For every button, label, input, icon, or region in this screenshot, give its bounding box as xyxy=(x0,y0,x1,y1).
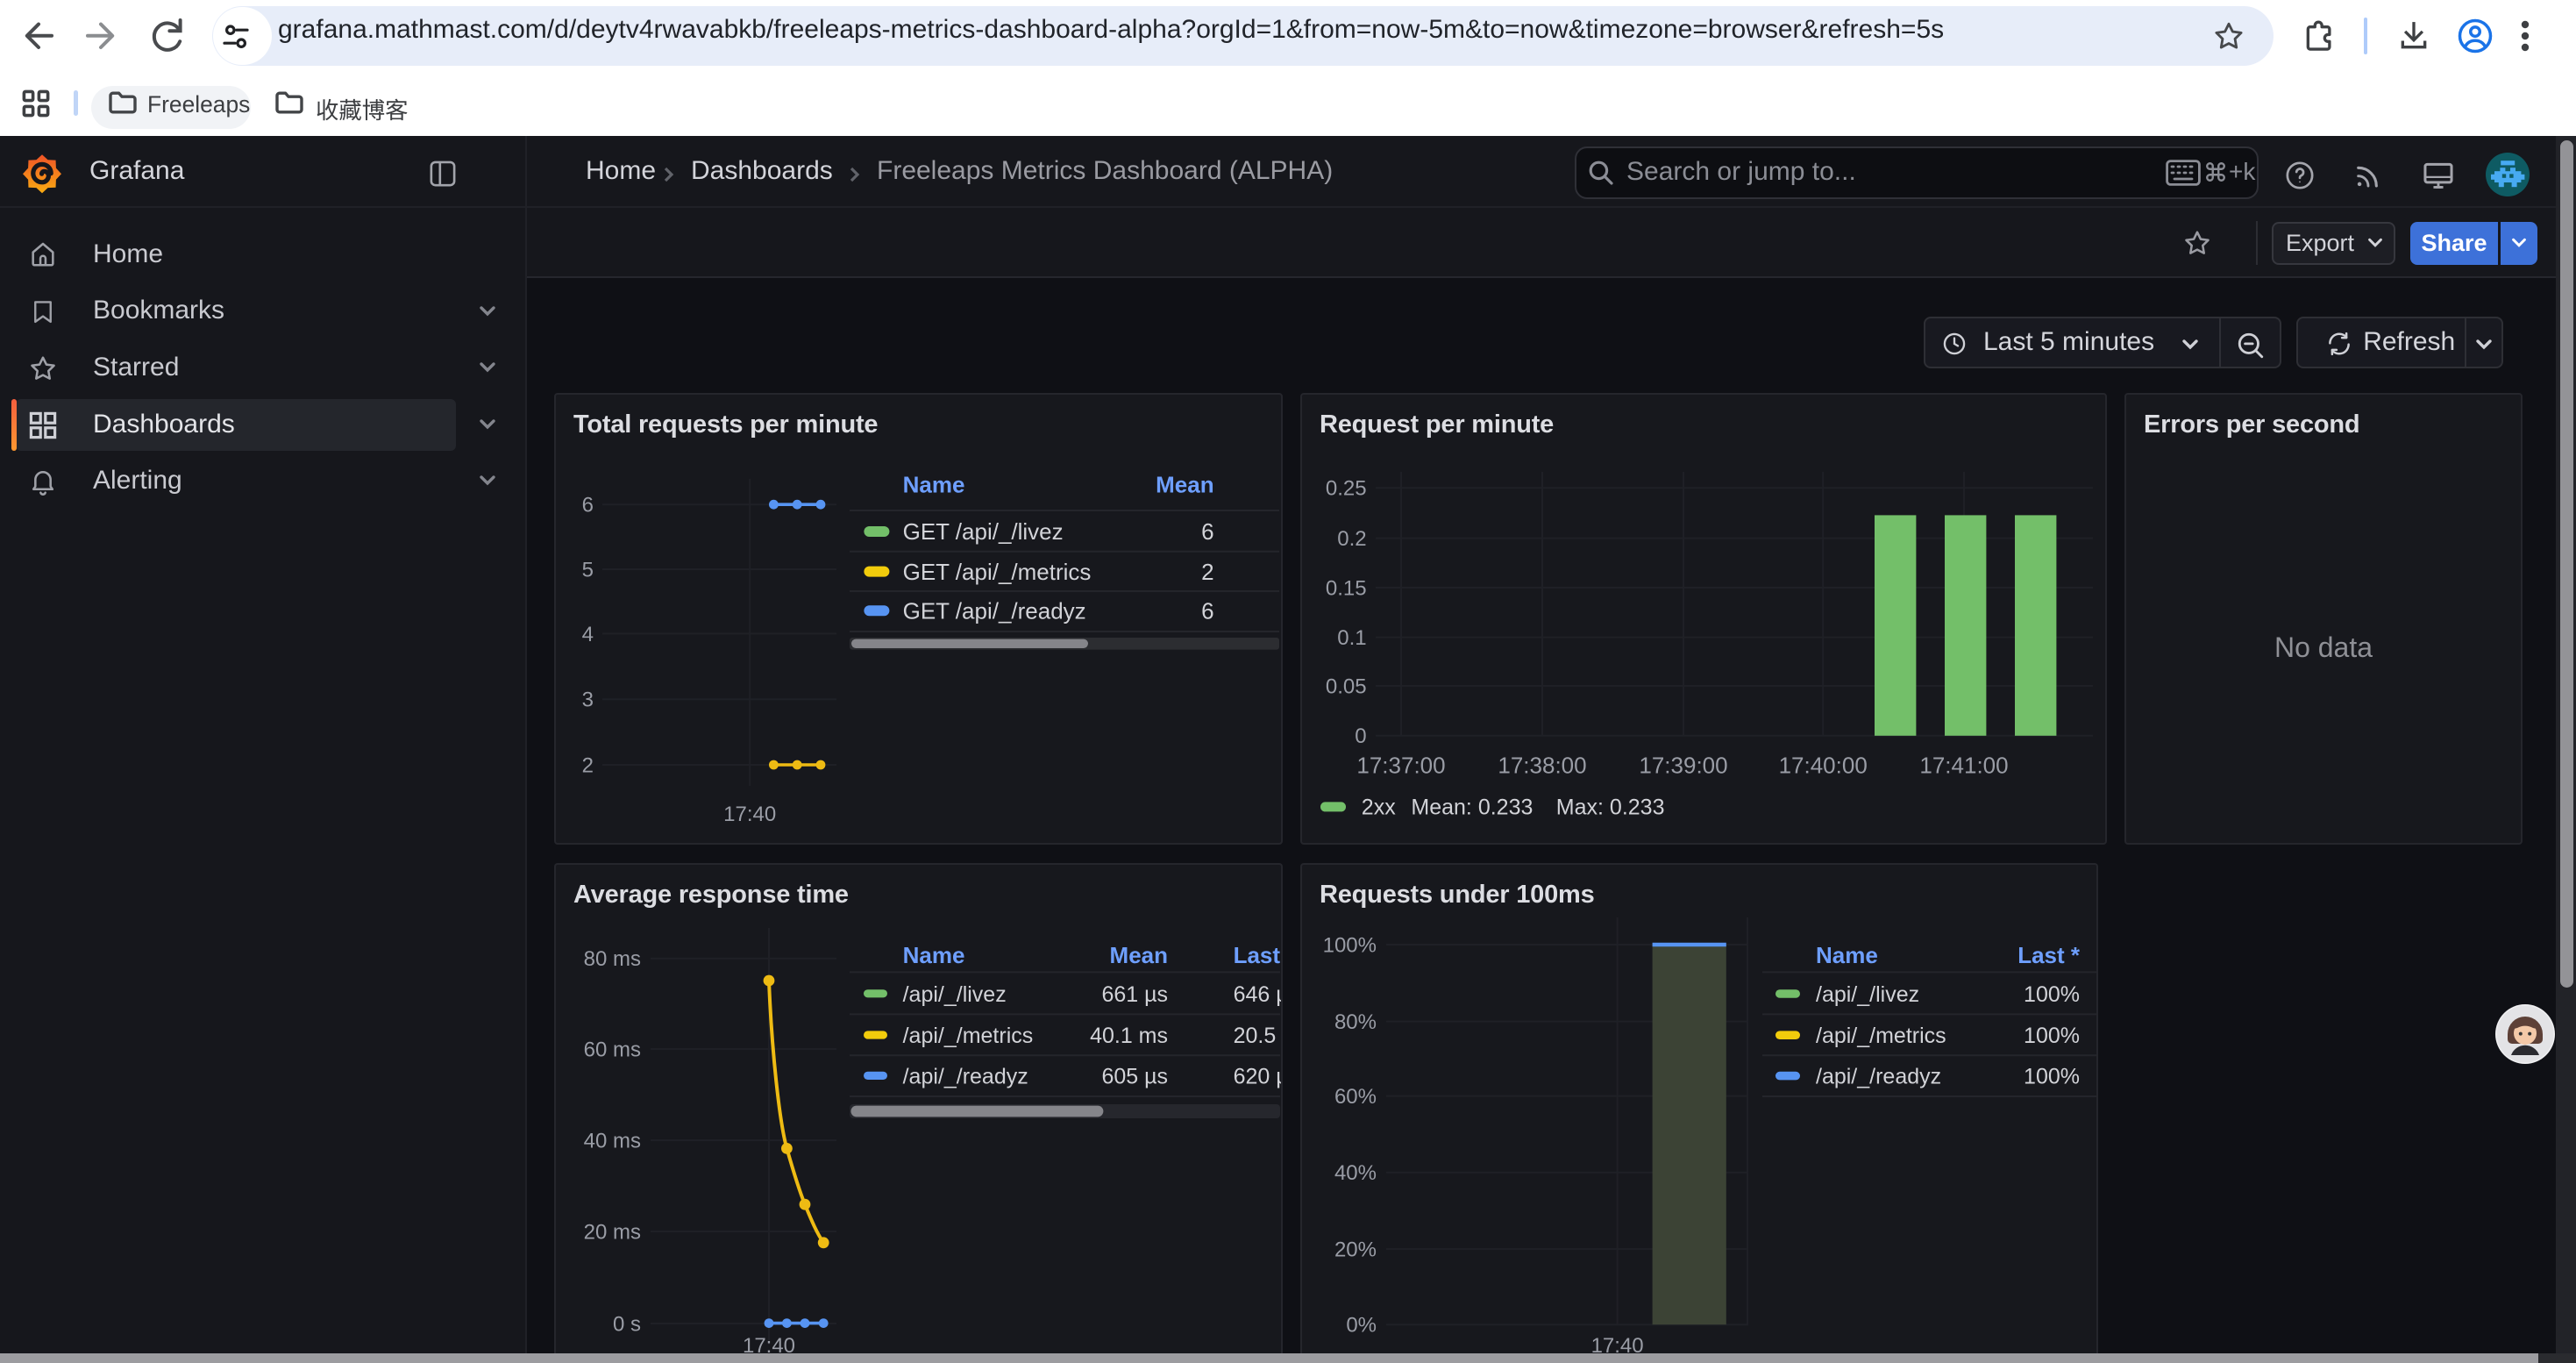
svg-text:Last *: Last * xyxy=(1234,942,1281,968)
svg-text:40 ms: 40 ms xyxy=(584,1129,641,1152)
svg-text:2xx: 2xx xyxy=(1362,795,1396,819)
svg-text:20.5 ms: 20.5 ms xyxy=(1234,1024,1281,1048)
svg-text:100%: 100% xyxy=(2024,982,2080,1007)
svg-text:Mean: Mean xyxy=(1156,472,1213,498)
svg-text:17:39:00: 17:39:00 xyxy=(1639,752,1727,778)
svg-text:20%: 20% xyxy=(1334,1238,1377,1261)
svg-text:GET /api/_/readyz: GET /api/_/readyz xyxy=(903,597,1086,624)
svg-text:40.1 ms: 40.1 ms xyxy=(1090,1024,1168,1048)
svg-text:/api/_/metrics: /api/_/metrics xyxy=(1816,1024,1946,1048)
svg-text:GET /api/_/metrics: GET /api/_/metrics xyxy=(903,559,1092,585)
svg-text:17:41:00: 17:41:00 xyxy=(1919,752,2008,778)
svg-text:17:40: 17:40 xyxy=(723,803,776,826)
svg-text:0.05: 0.05 xyxy=(1326,674,1367,698)
svg-text:Name: Name xyxy=(903,942,965,968)
svg-text:Last *: Last * xyxy=(2017,942,2081,968)
svg-text:5: 5 xyxy=(582,558,594,582)
svg-text:Mean: Mean xyxy=(1110,942,1168,968)
svg-text:/api/_/livez: /api/_/livez xyxy=(1816,982,1919,1007)
svg-text:0.1: 0.1 xyxy=(1337,626,1366,650)
svg-text:3: 3 xyxy=(582,689,594,712)
svg-text:/api/_/readyz: /api/_/readyz xyxy=(1816,1064,1941,1088)
svg-text:17:38:00: 17:38:00 xyxy=(1498,752,1586,778)
svg-text:17:37:00: 17:37:00 xyxy=(1356,752,1445,778)
svg-text:Mean: 0.233: Mean: 0.233 xyxy=(1411,795,1533,819)
svg-text:Name: Name xyxy=(903,472,965,498)
svg-text:4: 4 xyxy=(582,623,594,646)
svg-text:0%: 0% xyxy=(1346,1314,1377,1338)
svg-text:0.2: 0.2 xyxy=(1337,527,1366,551)
svg-text:17:40:00: 17:40:00 xyxy=(1779,752,1868,778)
svg-text:6: 6 xyxy=(1201,518,1213,545)
svg-text:Name: Name xyxy=(1816,942,1878,968)
svg-text:GET /api/_/livez: GET /api/_/livez xyxy=(903,518,1064,545)
svg-text:0: 0 xyxy=(1355,724,1366,748)
svg-text:40%: 40% xyxy=(1334,1161,1377,1185)
svg-text:100%: 100% xyxy=(2024,1064,2080,1088)
svg-text:80 ms: 80 ms xyxy=(584,947,641,971)
svg-text:646 µs: 646 µs xyxy=(1234,982,1281,1007)
svg-text:620 µs: 620 µs xyxy=(1234,1064,1281,1088)
svg-text:605 µs: 605 µs xyxy=(1101,1064,1168,1088)
svg-text:100%: 100% xyxy=(2024,1024,2080,1048)
svg-text:60 ms: 60 ms xyxy=(584,1038,641,1061)
svg-text:0 s: 0 s xyxy=(613,1312,641,1336)
svg-text:2: 2 xyxy=(1201,559,1213,585)
svg-text:661 µs: 661 µs xyxy=(1101,982,1168,1007)
svg-text:0.15: 0.15 xyxy=(1326,576,1367,600)
svg-text:6: 6 xyxy=(1201,597,1213,624)
svg-text:2: 2 xyxy=(582,753,594,777)
svg-text:100%: 100% xyxy=(1323,933,1377,957)
svg-text:0.25: 0.25 xyxy=(1326,477,1367,501)
svg-text:/api/_/readyz: /api/_/readyz xyxy=(903,1064,1028,1088)
svg-text:80%: 80% xyxy=(1334,1010,1377,1034)
svg-text:/api/_/metrics: /api/_/metrics xyxy=(903,1024,1034,1048)
svg-text:20 ms: 20 ms xyxy=(584,1220,641,1244)
svg-text:60%: 60% xyxy=(1334,1085,1377,1109)
svg-text:/api/_/livez: /api/_/livez xyxy=(903,982,1007,1007)
svg-text:6: 6 xyxy=(582,494,594,517)
svg-text:Max: 0.233: Max: 0.233 xyxy=(1556,795,1665,819)
